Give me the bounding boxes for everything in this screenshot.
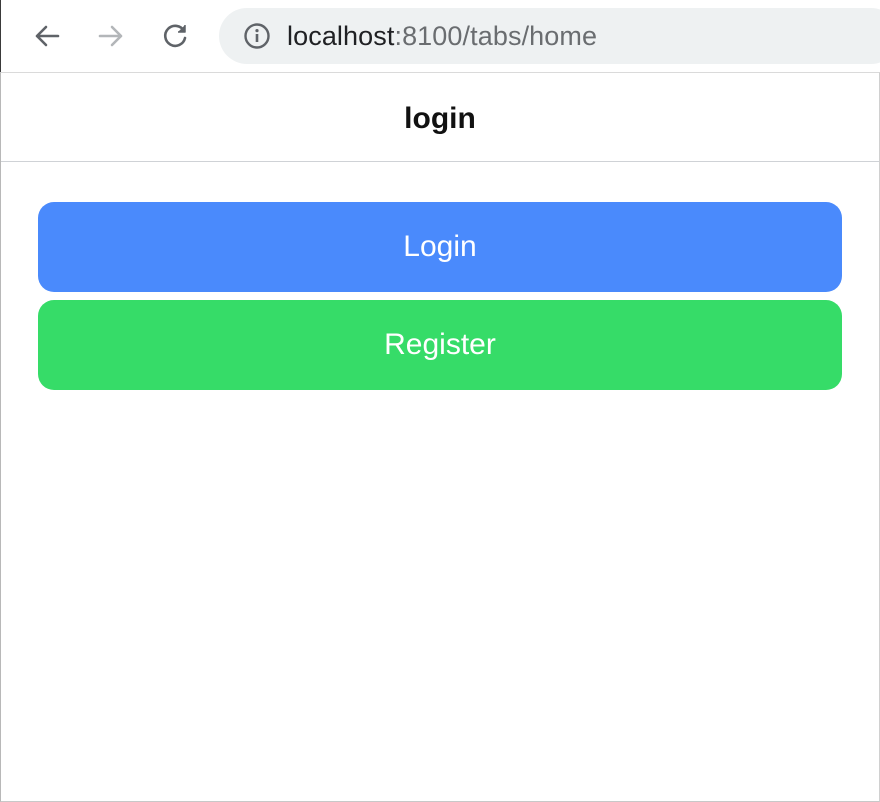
- browser-toolbar: localhost:8100/tabs/home: [0, 0, 880, 72]
- arrow-left-icon: [35, 25, 60, 47]
- url-text[interactable]: localhost:8100/tabs/home: [287, 21, 597, 52]
- arrow-right-icon: [98, 25, 123, 47]
- reload-icon: [164, 24, 187, 48]
- reload-button[interactable]: [155, 16, 195, 56]
- app-page: login Login Register: [0, 72, 880, 802]
- url-path: :8100/tabs/home: [394, 20, 598, 51]
- login-button[interactable]: Login: [38, 202, 842, 292]
- register-button[interactable]: Register: [38, 300, 842, 390]
- info-icon[interactable]: [243, 22, 271, 50]
- app-header: login: [1, 73, 879, 162]
- back-button[interactable]: [27, 16, 67, 56]
- page-title: login: [404, 102, 476, 135]
- address-bar[interactable]: localhost:8100/tabs/home: [219, 8, 880, 64]
- url-host: localhost: [287, 20, 395, 51]
- forward-button[interactable]: [91, 16, 131, 56]
